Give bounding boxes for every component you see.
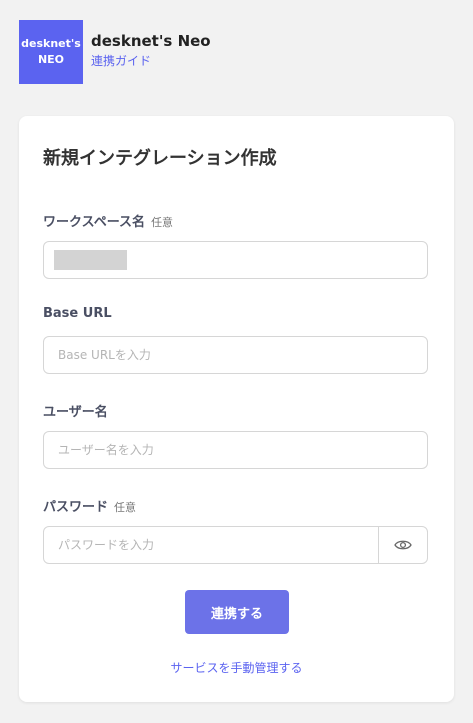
page-title: 新規インテグレーション作成 <box>43 148 277 169</box>
redacted-value <box>54 250 127 270</box>
username-input[interactable] <box>44 432 427 468</box>
base-url-field <box>43 336 428 374</box>
base-url-input[interactable] <box>44 337 427 373</box>
username-field <box>43 431 428 469</box>
optional-badge: 任意 <box>114 501 137 514</box>
logo-text-line1: desknet's <box>21 37 81 50</box>
username-label: ユーザー名 <box>43 405 108 420</box>
workspace-name-label-text: ワークスペース名 <box>43 215 146 230</box>
app-name: desknet's Neo <box>91 32 211 50</box>
workspace-name-field[interactable] <box>43 241 428 279</box>
connect-button[interactable]: 連携する <box>185 590 289 634</box>
base-url-label: Base URL <box>43 306 112 321</box>
password-field <box>43 526 428 564</box>
manual-manage-link[interactable]: サービスを手動管理する <box>19 659 454 676</box>
password-label: パスワード 任意 <box>43 496 136 515</box>
app-header: desknet's NEO desknet's Neo 連携ガイド <box>19 20 211 84</box>
app-logo: desknet's NEO <box>19 20 83 84</box>
eye-icon <box>394 540 412 550</box>
optional-badge: 任意 <box>151 216 174 229</box>
integration-form-card: 新規インテグレーション作成 ワークスペース名任意 Base URL ユーザー名 … <box>19 116 454 702</box>
logo-text-line2: NEO <box>37 53 65 66</box>
workspace-name-label: ワークスペース名 任意 <box>43 211 173 230</box>
password-input[interactable] <box>44 527 427 563</box>
show-password-button[interactable] <box>378 527 427 563</box>
app-info: desknet's Neo 連携ガイド <box>91 32 211 70</box>
password-label-text: パスワード <box>43 500 109 515</box>
integration-guide-link[interactable]: 連携ガイド <box>91 52 151 70</box>
